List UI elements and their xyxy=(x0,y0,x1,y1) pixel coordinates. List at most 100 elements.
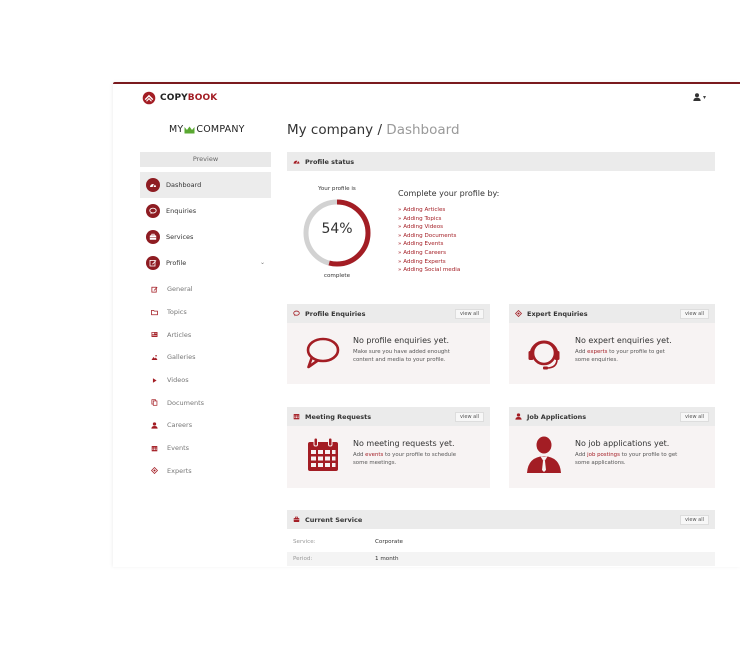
meeting-requests-text: Add events to your profile to schedule s… xyxy=(353,451,456,468)
card-text-line: Add events to your profile to schedule xyxy=(353,451,456,459)
complete-profile-heading: Complete your profile by: xyxy=(398,189,500,198)
speech-bubble-icon xyxy=(306,337,340,369)
copybook-logo[interactable]: COPYBOOK xyxy=(142,91,217,105)
calendar-icon xyxy=(149,445,159,452)
sidebar-item-profile[interactable]: Profile ⌄ xyxy=(140,250,271,276)
card-text-pre: Add xyxy=(575,349,588,355)
sidebar-item-documents[interactable]: Documents xyxy=(140,391,271,414)
service-row-value: Corporate xyxy=(375,539,403,545)
current-service-header: Current Service view all xyxy=(287,510,715,529)
card-text-post: to your profile to schedule xyxy=(383,452,457,458)
profile-enquiries-text: Make sure you have added enought content… xyxy=(353,348,450,365)
profile-enquiries-title: No profile enquiries yet. xyxy=(353,336,450,345)
speech-bubble-icon xyxy=(293,310,300,317)
sidebar-item-label: Careers xyxy=(167,421,193,430)
view-all-button[interactable]: view all xyxy=(680,309,709,319)
sidebar-item-general[interactable]: General xyxy=(140,278,271,301)
company-logo-left: MY xyxy=(169,124,184,135)
breadcrumb-separator: / xyxy=(373,122,387,138)
sidebar-main-nav: Dashboard Enquiries Services Profile ⌄ xyxy=(140,172,271,276)
page-title-main: My company xyxy=(287,122,374,138)
copybook-logo-icon xyxy=(142,91,156,105)
job-applications-header: Job Applications view all xyxy=(509,407,715,426)
sidebar-item-topics[interactable]: Topics xyxy=(140,301,271,324)
view-all-button[interactable]: view all xyxy=(680,412,709,422)
speech-bubble-icon xyxy=(146,204,160,218)
card-text-pre: Add xyxy=(575,452,588,458)
expert-enquiries-header: Expert Enquiries view all xyxy=(509,304,715,323)
sidebar-item-careers[interactable]: Careers xyxy=(140,414,271,437)
card-text-line: content and media to your profile. xyxy=(353,357,446,364)
sidebar-item-events[interactable]: Events xyxy=(140,437,271,460)
sidebar-item-label: Services xyxy=(166,233,194,241)
edit-icon xyxy=(146,256,160,270)
card-text-line: Add experts to your profile to get xyxy=(575,348,665,356)
sidebar-item-label: Videos xyxy=(167,376,189,385)
play-icon xyxy=(149,377,159,384)
complete-profile-link[interactable]: » Adding Events xyxy=(398,240,460,249)
complete-profile-link[interactable]: » Adding Articles xyxy=(398,206,460,215)
top-accent-line xyxy=(113,82,740,84)
experts-link[interactable]: experts xyxy=(587,349,607,355)
sidebar-item-videos[interactable]: Videos xyxy=(140,369,271,392)
complete-profile-link[interactable]: » Adding Documents xyxy=(398,232,460,241)
user-menu-button[interactable]: ▾ xyxy=(693,93,706,101)
complete-profile-link[interactable]: » Adding Topics xyxy=(398,215,460,224)
documents-icon xyxy=(149,399,159,406)
service-row-key: Service: xyxy=(293,539,316,545)
sidebar-item-dashboard[interactable]: Dashboard xyxy=(140,172,271,198)
service-row: Service: Corporate xyxy=(287,535,715,549)
preview-button[interactable]: Preview xyxy=(140,152,271,167)
newspaper-icon xyxy=(149,331,159,338)
complete-profile-link[interactable]: » Adding Careers xyxy=(398,249,460,258)
card-text-post: to your profile to get xyxy=(619,452,678,458)
job-postings-link[interactable]: job postings xyxy=(587,452,620,458)
panel-title: Meeting Requests xyxy=(305,412,372,421)
folder-icon xyxy=(149,309,159,316)
sidebar-item-services[interactable]: Services xyxy=(140,224,271,250)
profile-status-header: Profile status xyxy=(287,152,715,171)
profile-progress-percent: 54% xyxy=(321,221,353,237)
sidebar-item-label: Topics xyxy=(167,308,187,317)
complete-profile-link[interactable]: » Adding Social media xyxy=(398,266,460,275)
panel-title: Profile status xyxy=(305,157,355,166)
panel-title: Profile Enquiries xyxy=(305,309,366,318)
view-all-button[interactable]: view all xyxy=(455,412,484,422)
meeting-requests-header: Meeting Requests view all xyxy=(287,407,490,426)
sidebar-item-experts[interactable]: Experts xyxy=(140,460,271,483)
view-all-button[interactable]: view all xyxy=(680,515,709,525)
sidebar-item-articles[interactable]: Articles xyxy=(140,323,271,346)
job-applications-text: Add job postings to your profile to get … xyxy=(575,451,677,468)
card-text-line: Add job postings to your profile to get xyxy=(575,451,677,459)
edit-icon xyxy=(149,286,159,293)
card-text-line: some meetings. xyxy=(353,460,397,467)
app-window: COPYBOOK ▾ MY COMPANY Preview Dashboard … xyxy=(113,82,740,567)
chevron-down-icon[interactable]: ⌄ xyxy=(260,259,265,266)
sidebar-item-label: Articles xyxy=(167,330,192,339)
sidebar-item-enquiries[interactable]: Enquiries xyxy=(140,198,271,224)
complete-profile-link[interactable]: » Adding Videos xyxy=(398,223,460,232)
expert-enquiries-text: Add experts to your profile to get some … xyxy=(575,348,665,365)
service-row-key: Period: xyxy=(293,556,313,562)
view-all-button[interactable]: view all xyxy=(455,309,484,319)
dashboard-icon xyxy=(293,158,300,165)
panel-title: Job Applications xyxy=(527,412,587,421)
businessman-icon xyxy=(527,436,561,473)
page-title: My company / Dashboard xyxy=(287,122,460,138)
sidebar-item-label: Experts xyxy=(167,466,192,475)
job-applications-title: No job applications yet. xyxy=(575,439,670,448)
caret-down-icon: ▾ xyxy=(702,93,706,101)
complete-profile-link[interactable]: » Adding Experts xyxy=(398,258,460,267)
sidebar-item-galleries[interactable]: Galleries xyxy=(140,346,271,369)
profile-status-label-top: Your profile is xyxy=(318,186,356,192)
sidebar-item-label: Events xyxy=(167,444,190,453)
events-link[interactable]: events xyxy=(365,452,383,458)
briefcase-icon xyxy=(146,230,160,244)
sidebar-item-label: Enquiries xyxy=(166,207,197,215)
user-icon xyxy=(693,93,701,101)
profile-enquiries-header: Profile Enquiries view all xyxy=(287,304,490,323)
image-icon xyxy=(149,354,159,361)
card-text-line: some enquiries. xyxy=(575,357,619,364)
crown-icon xyxy=(184,126,195,133)
sidebar-item-label: Dashboard xyxy=(166,181,202,189)
